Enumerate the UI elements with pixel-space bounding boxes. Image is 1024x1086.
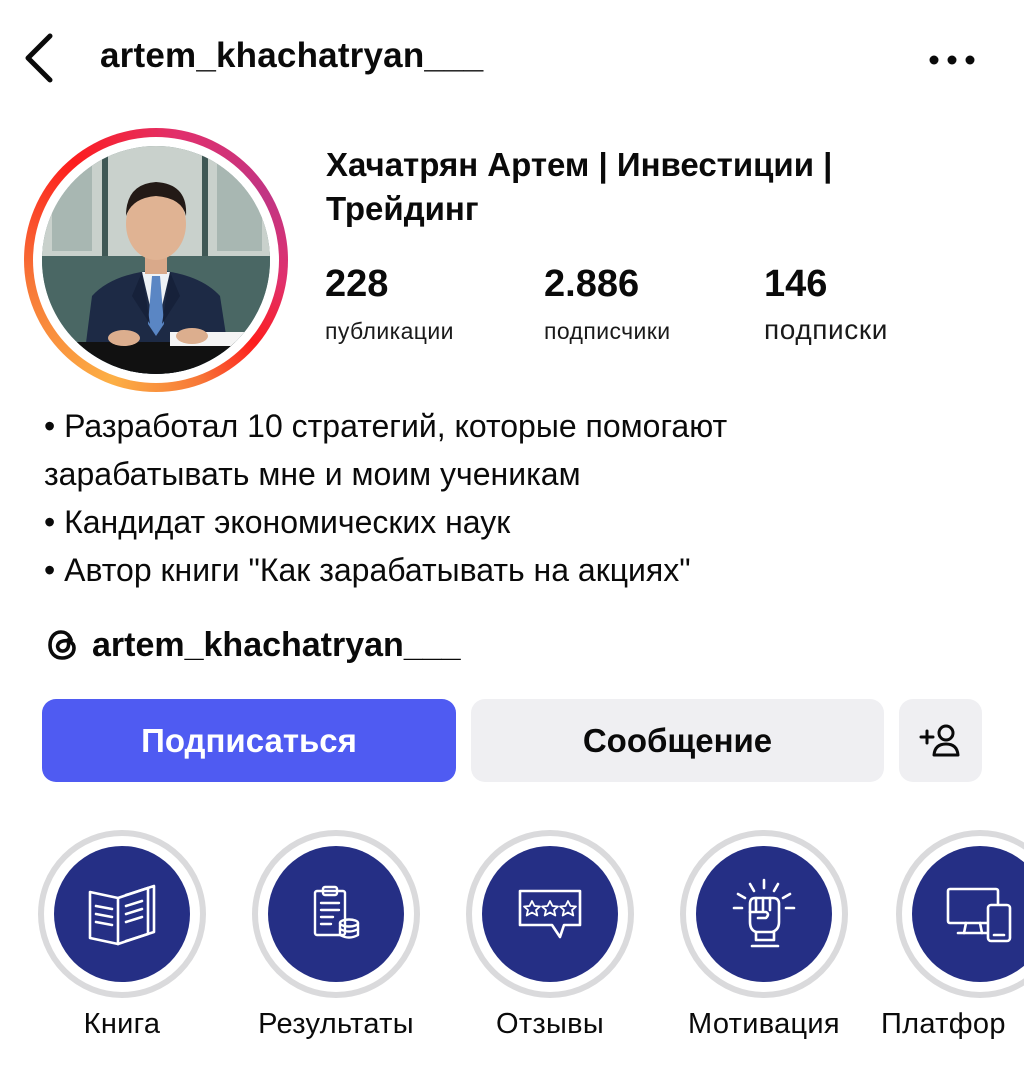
- follow-button[interactable]: Подписаться: [42, 699, 456, 782]
- avatar-image: [42, 146, 270, 374]
- display-name-line-1: Хачатрян Артем | Инвестиции |: [326, 146, 833, 183]
- stat-following[interactable]: 146 подписки: [764, 262, 888, 346]
- chevron-left-icon: [25, 33, 53, 83]
- profile-avatar[interactable]: [24, 128, 288, 392]
- stat-followers-value: 2.886: [544, 263, 640, 305]
- stat-posts[interactable]: 228 публикации: [325, 262, 454, 345]
- bio-line: зарабатывать мне и моим ученикам: [44, 456, 581, 492]
- avatar-photo: [42, 146, 270, 374]
- bio-line: • Разработал 10 стратегий, которые помог…: [44, 408, 728, 444]
- more-options-button[interactable]: [926, 46, 978, 74]
- add-person-icon: [919, 724, 959, 756]
- bio-line: • Автор книги "Как зарабатывать на акция…: [44, 552, 691, 588]
- stat-posts-value: 228: [325, 263, 389, 305]
- highlight-motivation[interactable]: Мотивация: [670, 830, 870, 1060]
- clipboard-coins-icon: [313, 885, 360, 939]
- suggested-accounts-button[interactable]: [899, 699, 982, 782]
- highlight-book[interactable]: Книга: [28, 830, 228, 1060]
- highlight-label: Платфор: [881, 1008, 1006, 1040]
- stat-following-label: подписки: [764, 314, 888, 345]
- stat-posts-label: публикации: [325, 318, 454, 344]
- top-bar: artem_khachatryan___: [0, 0, 1024, 120]
- book-icon: [88, 884, 156, 946]
- raised-fist-icon: [732, 878, 796, 948]
- display-name-line-2: Трейдинг: [326, 190, 479, 227]
- threads-profile-link[interactable]: artem_khachatryan___: [44, 620, 461, 670]
- threads-icon: [48, 630, 76, 660]
- stat-followers[interactable]: 2.886 подписчики: [544, 262, 670, 345]
- bio-line: • Кандидат экономических наук: [44, 504, 511, 540]
- devices-icon: [946, 887, 1012, 943]
- highlight-results[interactable]: Результаты: [242, 830, 442, 1060]
- stat-followers-label: подписчики: [544, 318, 671, 344]
- highlight-label: Мотивация: [688, 1008, 840, 1040]
- profile-display-name: Хачатрян Артем | Инвестиции | Трейдинг: [326, 143, 966, 231]
- rating-stars-icon: [518, 889, 582, 939]
- highlight-platform[interactable]: Платфор: [881, 830, 1024, 1060]
- back-button[interactable]: [20, 32, 60, 84]
- more-horizontal-icon: [929, 55, 975, 65]
- highlight-reviews[interactable]: Отзывы: [456, 830, 656, 1060]
- threads-handle: artem_khachatryan___: [92, 625, 461, 664]
- stat-following-value: 146: [764, 263, 828, 305]
- message-button[interactable]: Сообщение: [471, 699, 884, 782]
- header-username: artem_khachatryan___: [100, 36, 484, 75]
- profile-bio: • Разработал 10 стратегий, которые помог…: [44, 402, 1004, 594]
